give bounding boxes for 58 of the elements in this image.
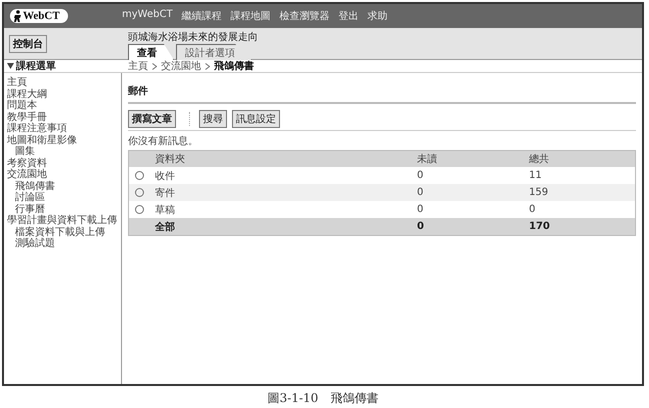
- sidebar-link[interactable]: 行事曆: [7, 204, 45, 215]
- status-message: 你沒有新訊息。: [128, 134, 199, 149]
- section-title: 郵件: [128, 81, 636, 104]
- sidebar-link[interactable]: 檔案資料下載與上傳: [7, 226, 105, 238]
- folder-cell: 收件: [149, 167, 411, 184]
- toolbar-button[interactable]: 撰寫文章: [128, 110, 176, 128]
- table-cell: 159: [523, 184, 636, 201]
- breadcrumb-link[interactable]: 主頁: [128, 59, 148, 73]
- logo[interactable]: WebCT: [10, 9, 68, 23]
- sidebar-link[interactable]: 課程注意事項: [7, 123, 67, 134]
- breadcrumb-current: 飛鴿傳書: [214, 60, 254, 73]
- toolbar-button[interactable]: 搜尋: [199, 110, 227, 128]
- column-header: 總共: [523, 150, 636, 167]
- sidebar-link[interactable]: 圖集: [7, 146, 35, 158]
- tab[interactable]: 查看: [128, 44, 174, 60]
- figure-caption: 圖3-1-10 飛鴿傳書: [266, 390, 380, 407]
- nav-link[interactable]: 求助: [368, 9, 388, 23]
- nav-link[interactable]: 繼續課程: [182, 9, 222, 23]
- sidebar-link[interactable]: 教學手冊: [7, 112, 47, 123]
- sidebar-link[interactable]: 討論區: [7, 192, 45, 204]
- sidebar-link[interactable]: 地圖和衛星影像: [7, 134, 77, 146]
- sidebar-link[interactable]: 飛鴿傳書: [7, 180, 55, 192]
- toolbar-button[interactable]: 訊息設定: [232, 110, 280, 128]
- radio-button[interactable]: [135, 204, 144, 214]
- chevron-icon: [205, 62, 210, 70]
- sidebar-link[interactable]: 課程大綱: [7, 88, 47, 100]
- sidebar-link[interactable]: 交流園地: [7, 169, 47, 180]
- column-header: 資料夾: [149, 150, 411, 167]
- table-cell: 0: [411, 218, 523, 236]
- table-cell: 0: [411, 201, 523, 218]
- nav-link[interactable]: myWebCT: [122, 9, 173, 23]
- folder-cell: 全部: [149, 218, 411, 236]
- column-header: 未讀: [411, 150, 523, 167]
- sidebar-link[interactable]: 主頁: [7, 77, 27, 88]
- course-title: 頭城海水浴場未來的發展走向: [128, 30, 259, 44]
- sidebar-link[interactable]: 問題本: [7, 100, 37, 112]
- table-cell: 0: [523, 201, 636, 218]
- sidebar-link[interactable]: 考察資料: [7, 158, 47, 169]
- nav-link[interactable]: 檢查瀏覽器: [280, 9, 330, 23]
- radio-button[interactable]: [135, 170, 144, 180]
- table-cell: 0: [411, 167, 523, 184]
- radio-button[interactable]: [135, 188, 144, 197]
- table-cell: 11: [523, 167, 636, 184]
- folder-cell: 寄件: [149, 184, 411, 201]
- menu-title: 課程選單: [16, 60, 56, 73]
- breadcrumb-link[interactable]: 交流園地: [161, 59, 201, 73]
- nav-link[interactable]: 登出: [338, 9, 359, 23]
- table-cell: 170: [523, 218, 636, 236]
- chevron-icon: [152, 62, 157, 70]
- nav-link[interactable]: 課程地圖: [230, 9, 271, 23]
- table-cell: 0: [411, 184, 523, 201]
- person-icon: [14, 10, 22, 22]
- control-panel-button[interactable]: 控制台: [9, 34, 47, 52]
- collapse-icon[interactable]: [7, 63, 14, 69]
- folder-cell: 草稿: [149, 201, 411, 218]
- sidebar-link[interactable]: 學習計畫與資料下載上傳: [7, 215, 117, 226]
- tab[interactable]: 設計者選項: [176, 44, 252, 60]
- sidebar-link[interactable]: 測驗試題: [7, 238, 55, 250]
